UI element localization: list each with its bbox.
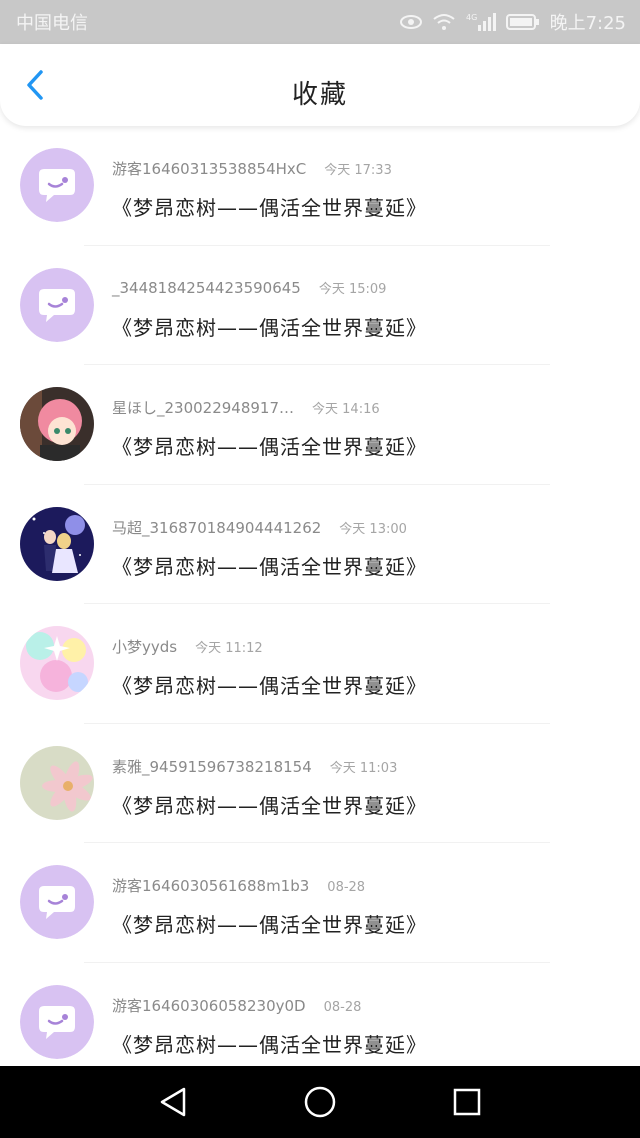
signal-icon: 4G bbox=[466, 12, 496, 32]
item-meta: 马超_316870184904441262 今天 13:00 bbox=[112, 517, 407, 538]
timestamp: 今天 14:16 bbox=[312, 402, 380, 417]
nav-home-button[interactable] bbox=[298, 1080, 342, 1124]
avatar[interactable] bbox=[20, 626, 94, 700]
list-item[interactable]: 游客16460306058230y0D 08-28 《梦昂恋树——偶活全世界蔓延》 bbox=[0, 963, 640, 1067]
message-text: 《梦昂恋树——偶活全世界蔓延》 bbox=[112, 435, 427, 459]
wifi-icon bbox=[432, 13, 456, 31]
avatar[interactable] bbox=[20, 865, 94, 939]
list-item[interactable]: _3448184254423590645 今天 15:09 《梦昂恋树——偶活全世界… bbox=[0, 246, 640, 365]
network-label: 4G bbox=[466, 13, 477, 22]
username: 素雅_94591596738218154 bbox=[112, 757, 312, 776]
timestamp: 今天 13:00 bbox=[339, 521, 407, 537]
avatar[interactable] bbox=[20, 506, 94, 581]
item-meta: 游客1646030561688m1b3 08-28 bbox=[112, 875, 365, 896]
avatar[interactable] bbox=[20, 387, 94, 461]
avatar[interactable] bbox=[20, 148, 94, 222]
carrier-label: 中国电信 bbox=[16, 13, 88, 34]
page-title: 收藏 bbox=[291, 80, 348, 110]
username: 星ほし_230022948917… bbox=[112, 399, 295, 417]
item-meta: 素雅_94591596738218154 今天 11:03 bbox=[112, 756, 397, 777]
header: 收藏 bbox=[0, 44, 640, 126]
list-item[interactable]: 星ほし_230022948917… 今天 14:16 《梦昂恋树——偶活全世界蔓延》 bbox=[0, 365, 640, 485]
item-meta: 游客16460306058230y0D 08-28 bbox=[112, 995, 361, 1016]
avatar[interactable] bbox=[20, 267, 94, 342]
list-item[interactable]: 马超_316870184904441262 今天 13:00 《梦昂恋树——偶活全世… bbox=[0, 485, 640, 604]
list-item[interactable]: 游客16460313538854HxC 今天 17:33 《梦昂恋树——偶活全世界蔓… bbox=[0, 126, 640, 246]
message-text: 《梦昂恋树——偶活全世界蔓延》 bbox=[112, 196, 427, 220]
timestamp: 今天 15:09 bbox=[318, 281, 387, 297]
square-recent-icon bbox=[453, 1088, 480, 1116]
timestamp: 08-28 bbox=[327, 880, 366, 895]
username: 游客1646030561688m1b3 bbox=[112, 877, 310, 895]
username: 游客16460306058230y0D bbox=[112, 996, 306, 1015]
timestamp: 今天 17:33 bbox=[324, 163, 392, 178]
clock-label: 晚上7:25 bbox=[549, 13, 626, 34]
circle-home-icon bbox=[304, 1086, 336, 1118]
nav-recent-button[interactable] bbox=[445, 1080, 489, 1124]
message-text: 《梦昂恋树——偶活全世界蔓延》 bbox=[112, 1032, 427, 1057]
list-item[interactable]: 小梦yyds 今天 11:12 《梦昂恋树——偶活全世界蔓延》 bbox=[0, 604, 640, 724]
status-bar: 中国电信 4G 晚上7:25 bbox=[0, 0, 640, 44]
item-meta: 游客16460313538854HxC 今天 17:33 bbox=[112, 158, 392, 179]
timestamp: 今天 11:03 bbox=[329, 760, 398, 776]
battery-icon bbox=[505, 13, 540, 31]
timestamp: 今天 11:12 bbox=[195, 641, 263, 656]
username: _3448184254423590645 bbox=[112, 278, 301, 297]
username: 马超_316870184904441262 bbox=[112, 518, 322, 537]
avatar[interactable] bbox=[20, 745, 94, 820]
list-item[interactable]: 素雅_94591596738218154 今天 11:03 《梦昂恋树——偶活全世界… bbox=[0, 724, 640, 843]
navigation-bar bbox=[0, 1066, 640, 1138]
avatar[interactable] bbox=[20, 984, 94, 1059]
item-meta: 星ほし_230022948917… 今天 14:16 bbox=[112, 397, 380, 418]
eye-icon bbox=[399, 15, 422, 29]
username: 游客16460313538854HxC bbox=[112, 160, 307, 178]
list-item[interactable]: 游客1646030561688m1b3 08-28 《梦昂恋树——偶活全世界蔓延》 bbox=[0, 843, 640, 963]
item-meta: 小梦yyds 今天 11:12 bbox=[112, 636, 263, 657]
message-text: 《梦昂恋树——偶活全世界蔓延》 bbox=[112, 674, 427, 698]
item-meta: _3448184254423590645 今天 15:09 bbox=[112, 278, 386, 297]
message-text: 《梦昂恋树——偶活全世界蔓延》 bbox=[112, 315, 427, 340]
message-text: 《梦昂恋树——偶活全世界蔓延》 bbox=[112, 913, 427, 937]
nav-back-button[interactable] bbox=[151, 1080, 195, 1124]
message-text: 《梦昂恋树——偶活全世界蔓延》 bbox=[112, 793, 427, 818]
timestamp: 08-28 bbox=[323, 999, 362, 1015]
favorites-list: 游客16460313538854HxC 今天 17:33 《梦昂恋树——偶活全世界蔓… bbox=[0, 126, 640, 1066]
message-text: 《梦昂恋树——偶活全世界蔓延》 bbox=[112, 554, 427, 579]
triangle-back-icon bbox=[161, 1087, 186, 1117]
username: 小梦yyds bbox=[112, 638, 178, 656]
status-icons: 4G 晚上7:25 bbox=[399, 9, 626, 35]
